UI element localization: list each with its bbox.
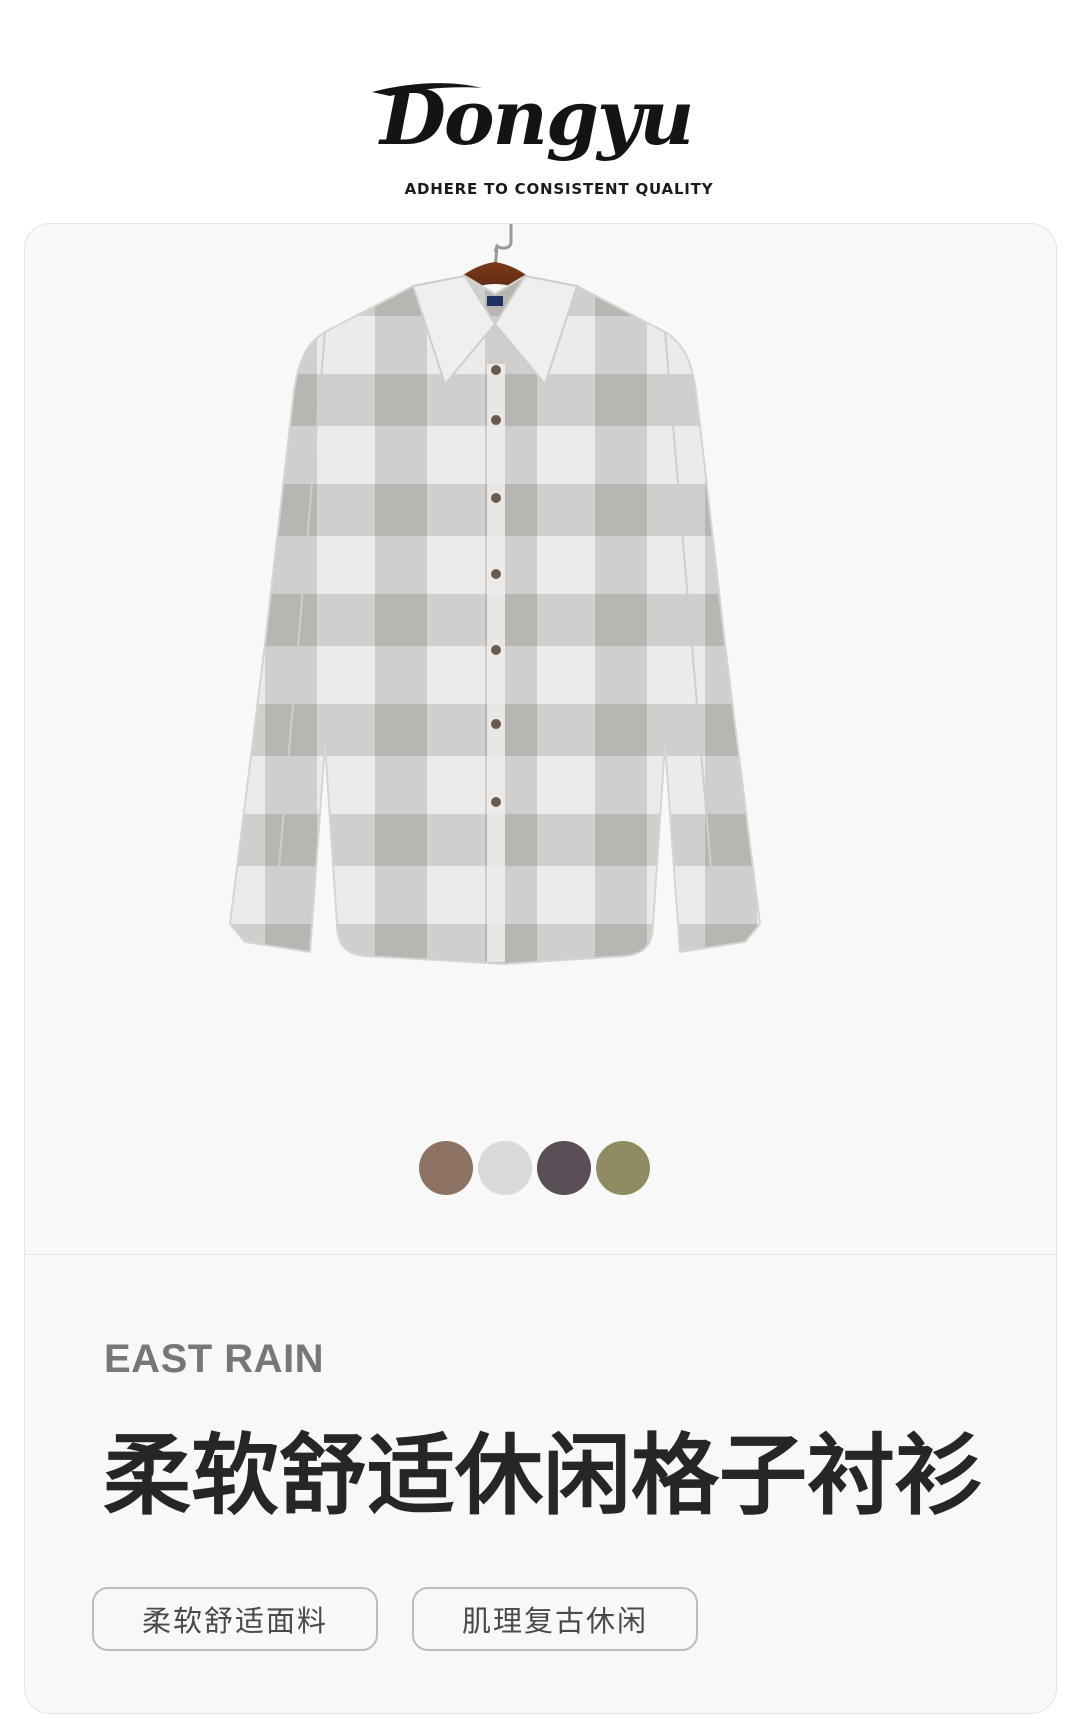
- color-swatch-dark-purple-gray[interactable]: [537, 1141, 591, 1195]
- feature-tag-soft-fabric: 柔软舒适面料: [92, 1587, 378, 1651]
- logo-wordmark: Dongyu: [380, 73, 694, 162]
- product-card: EAST RAIN 柔软舒适休闲格子衬衫 柔软舒适面料 肌理复古休闲: [24, 223, 1057, 1714]
- shirt-image: [228, 224, 762, 966]
- brand-header: Dongyu ADHERE TO CONSISTENT QUALITY: [0, 0, 1080, 215]
- feature-tag-retro-casual: 肌理复古休闲: [412, 1587, 698, 1651]
- color-swatch-olive[interactable]: [596, 1141, 650, 1195]
- brand-logo: Dongyu: [370, 73, 694, 162]
- product-info: EAST RAIN 柔软舒适休闲格子衬衫 柔软舒适面料 肌理复古休闲: [25, 1255, 1056, 1713]
- color-swatch-light-gray[interactable]: [478, 1141, 532, 1195]
- brand-tagline: ADHERE TO CONSISTENT QUALITY: [404, 180, 714, 198]
- product-photo: [25, 224, 1056, 1255]
- product-title: 柔软舒适休闲格子衬衫: [103, 1424, 984, 1527]
- color-swatch-brown[interactable]: [419, 1141, 473, 1195]
- product-series: EAST RAIN: [104, 1337, 325, 1381]
